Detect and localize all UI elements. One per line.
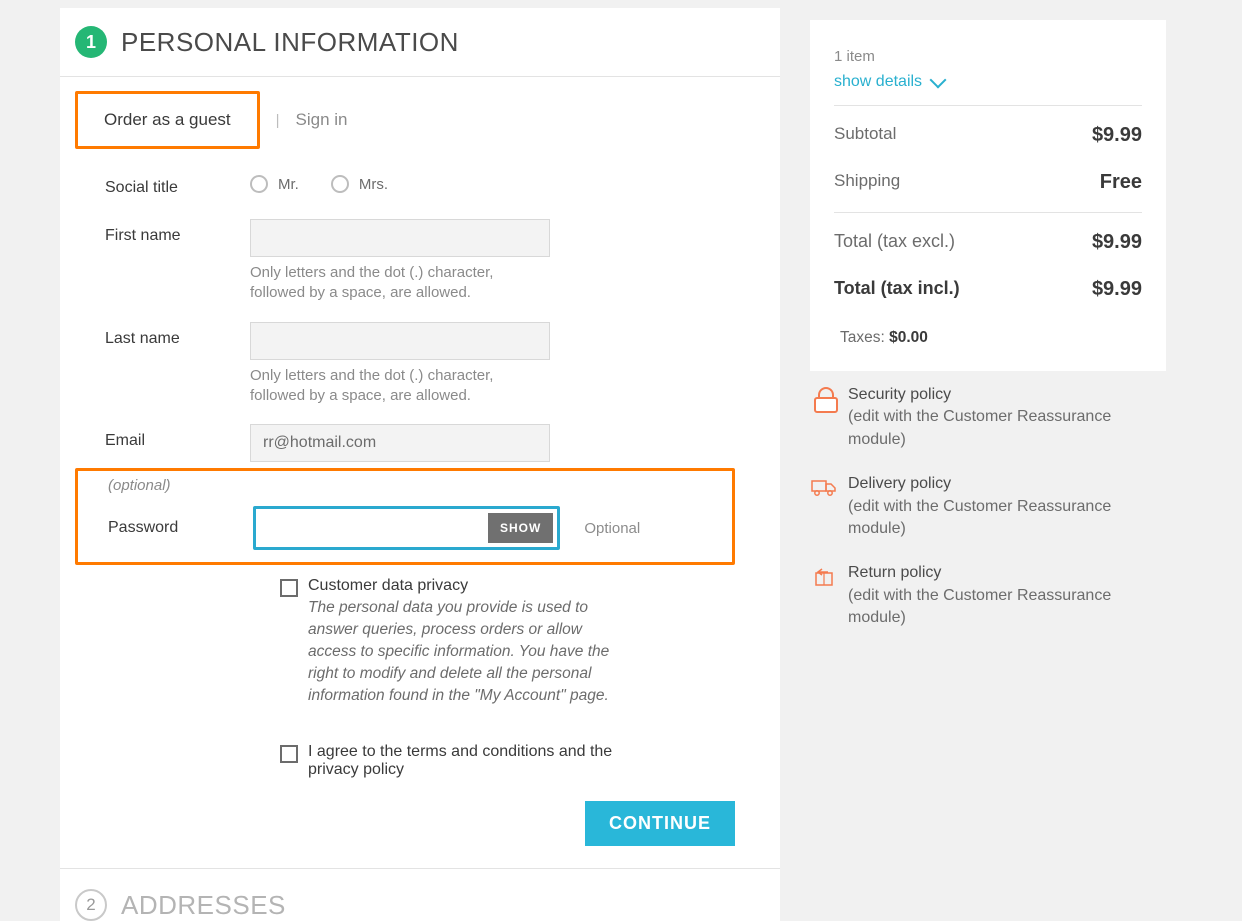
order-summary-panel: 1 item show details Subtotal $9.99 Shipp… <box>810 20 1166 371</box>
shipping-label: Shipping <box>834 171 900 194</box>
delivery-policy: Delivery policy (edit with the Customer … <box>810 473 1166 540</box>
privacy-checkbox-row: Customer data privacy The personal data … <box>280 571 630 713</box>
show-details-toggle[interactable]: show details <box>834 73 1142 91</box>
email-label: Email <box>75 424 250 450</box>
first-name-label: First name <box>75 219 250 245</box>
shipping-value: Free <box>1100 171 1142 194</box>
step-1-number: 1 <box>75 26 107 58</box>
optional-label: (optional) <box>78 471 720 494</box>
password-row: Password SHOW Optional <box>78 494 720 550</box>
total-incl-value: $9.99 <box>1092 278 1142 301</box>
password-highlight-block: (optional) Password SHOW Optional <box>75 468 735 565</box>
shipping-row: Shipping Free <box>834 159 1142 206</box>
return-policy: Return policy (edit with the Customer Re… <box>810 562 1166 629</box>
subtotal-value: $9.99 <box>1092 124 1142 147</box>
truck-icon <box>810 473 838 501</box>
password-input-wrap: SHOW <box>253 506 560 550</box>
subtotal-row: Subtotal $9.99 <box>834 112 1142 159</box>
security-policy: Security policy (edit with the Customer … <box>810 384 1166 451</box>
last-name-input[interactable] <box>250 322 550 360</box>
step-2-number: 2 <box>75 889 107 921</box>
continue-button[interactable]: CONTINUE <box>585 801 735 846</box>
taxes-label: Taxes: <box>840 329 889 346</box>
subtotal-label: Subtotal <box>834 124 896 147</box>
radio-mrs[interactable]: Mrs. <box>331 175 388 193</box>
reassurance-block: Security policy (edit with the Customer … <box>810 384 1166 652</box>
password-label: Password <box>78 519 253 537</box>
security-policy-desc: (edit with the Customer Reassurance modu… <box>848 408 1111 447</box>
privacy-desc: The personal data you provide is used to… <box>308 597 630 707</box>
taxes-value: $0.00 <box>889 329 928 346</box>
first-name-input[interactable] <box>250 219 550 257</box>
security-policy-title: Security policy <box>848 386 951 403</box>
auth-tabs: Order as a guest | Sign in <box>60 91 780 149</box>
show-password-button[interactable]: SHOW <box>488 513 553 543</box>
total-excl-label: Total (tax excl.) <box>834 231 955 254</box>
email-input[interactable] <box>250 424 550 462</box>
social-title-label: Social title <box>75 171 250 197</box>
tab-order-as-guest[interactable]: Order as a guest <box>75 91 260 149</box>
social-title-radio-group: Mr. Mrs. <box>250 171 765 193</box>
first-name-row: First name Only letters and the dot (.) … <box>75 213 765 310</box>
social-title-row: Social title Mr. Mrs. <box>75 165 765 203</box>
terms-checkbox-row: I agree to the terms and conditions and … <box>280 737 630 785</box>
radio-mr-label: Mr. <box>278 176 299 193</box>
privacy-checkbox-label: Customer data privacy <box>308 577 630 595</box>
first-name-hint: Only letters and the dot (.) character, … <box>250 263 550 304</box>
last-name-row: Last name Only letters and the dot (.) c… <box>75 316 765 413</box>
checkout-form-panel: 1 PERSONAL INFORMATION Order as a guest … <box>60 8 780 921</box>
item-count: 1 item <box>834 48 1142 65</box>
step-2-title: ADDRESSES <box>121 890 286 921</box>
tab-sign-in[interactable]: Sign in <box>296 110 348 130</box>
total-excl-row: Total (tax excl.) $9.99 <box>834 219 1142 266</box>
return-policy-desc: (edit with the Customer Reassurance modu… <box>848 587 1111 626</box>
radio-icon <box>331 175 349 193</box>
privacy-checkbox[interactable] <box>280 579 298 597</box>
divider <box>834 105 1142 106</box>
last-name-label: Last name <box>75 322 250 348</box>
password-optional-text: Optional <box>584 520 640 537</box>
step-1-title: PERSONAL INFORMATION <box>121 27 459 58</box>
total-incl-label: Total (tax incl.) <box>834 278 960 301</box>
total-incl-row: Total (tax incl.) $9.99 <box>834 266 1142 313</box>
return-icon <box>810 562 838 590</box>
delivery-policy-title: Delivery policy <box>848 475 951 492</box>
radio-mr[interactable]: Mr. <box>250 175 299 193</box>
total-excl-value: $9.99 <box>1092 231 1142 254</box>
terms-checkbox-label: I agree to the terms and conditions and … <box>308 743 630 779</box>
divider <box>834 212 1142 213</box>
chevron-down-icon <box>930 72 947 89</box>
return-policy-title: Return policy <box>848 564 941 581</box>
step-1-header: 1 PERSONAL INFORMATION <box>60 26 780 77</box>
radio-icon <box>250 175 268 193</box>
last-name-hint: Only letters and the dot (.) character, … <box>250 366 550 407</box>
delivery-policy-desc: (edit with the Customer Reassurance modu… <box>848 498 1111 537</box>
taxes-row: Taxes: $0.00 <box>834 313 1142 347</box>
personal-info-form: Social title Mr. Mrs. First <box>60 165 780 785</box>
show-details-label: show details <box>834 73 922 91</box>
radio-mrs-label: Mrs. <box>359 176 388 193</box>
terms-checkbox[interactable] <box>280 745 298 763</box>
step-2-header: 2 ADDRESSES <box>60 868 780 921</box>
password-input[interactable] <box>256 509 484 547</box>
tab-divider: | <box>276 112 280 129</box>
lock-icon <box>810 384 838 412</box>
email-row: Email <box>75 418 765 468</box>
